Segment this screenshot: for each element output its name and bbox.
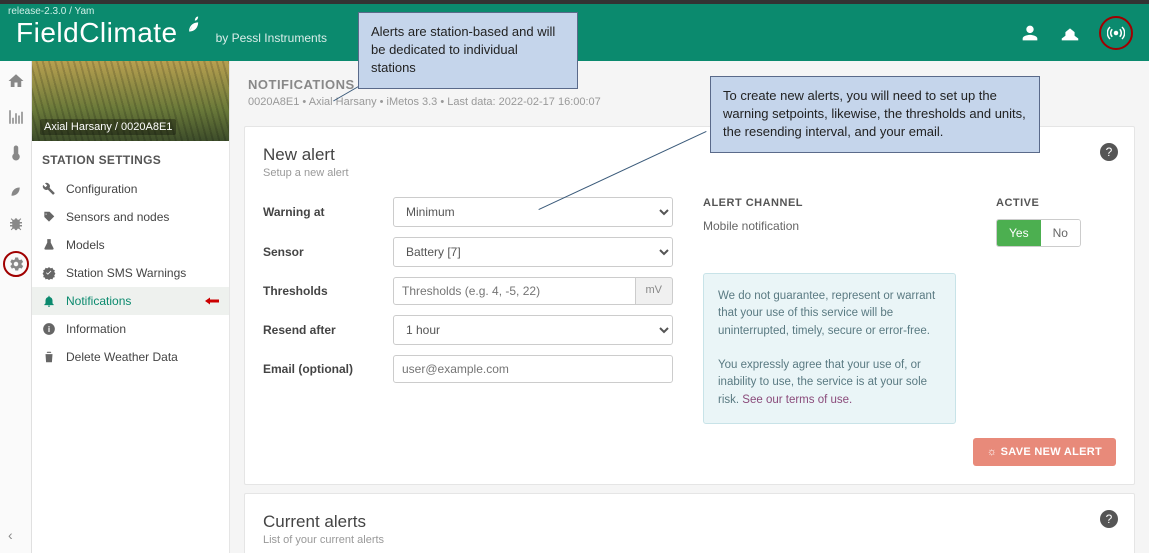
farm-icon[interactable] [1059, 22, 1081, 44]
thresholds-unit: mV [636, 277, 674, 305]
broadcast-icon [1107, 24, 1125, 42]
leaf-icon [184, 14, 204, 34]
thresholds-input[interactable] [393, 277, 636, 305]
email-label: Email (optional) [263, 362, 393, 376]
sidebar-item-sensors[interactable]: Sensors and nodes [32, 203, 229, 231]
rail-bug-icon[interactable] [6, 215, 26, 235]
thresholds-label: Thresholds [263, 284, 393, 298]
sidebar-heading: STATION SETTINGS [32, 141, 229, 175]
save-new-alert-button[interactable]: SAVE NEW ALERT [973, 438, 1116, 466]
rail-gear-icon[interactable] [6, 254, 26, 274]
new-alert-card: ? New alert Setup a new alert Warning at… [244, 126, 1135, 485]
active-no[interactable]: No [1041, 220, 1080, 246]
help-icon[interactable]: ? [1100, 143, 1118, 161]
svg-text:i: i [48, 325, 50, 334]
resend-select[interactable]: 1 hour [393, 315, 673, 345]
user-icon[interactable] [1019, 22, 1041, 44]
callout-stations: Alerts are station-based and will be ded… [358, 12, 578, 89]
station-label: Axial Harsany / 0020A8E1 [40, 119, 176, 135]
terms-link[interactable]: See our terms of use. [742, 394, 852, 406]
red-arrow-icon [205, 294, 219, 308]
rail-gear-circled [3, 251, 29, 277]
sidebar-item-notifications[interactable]: Notifications [32, 287, 229, 315]
disclaimer-box: We do not guarantee, represent or warran… [703, 273, 956, 424]
rail-leaf-icon[interactable] [6, 179, 26, 199]
sidebar-item-models[interactable]: Models [32, 231, 229, 259]
callout-setup: To create new alerts, you will need to s… [710, 76, 1040, 153]
help-icon[interactable]: ? [1100, 510, 1118, 528]
rail-chart-icon[interactable] [6, 107, 26, 127]
channel-val: Mobile notification [703, 219, 956, 233]
current-alerts-card: ? Current alerts List of your current al… [244, 493, 1135, 553]
sidebar: Axial Harsany / 0020A8E1 STATION SETTING… [32, 61, 230, 553]
email-input[interactable] [393, 355, 673, 383]
warning-label: Warning at [263, 205, 393, 219]
sensor-select[interactable]: Battery [7] [393, 237, 673, 267]
active-yes[interactable]: Yes [997, 220, 1041, 246]
logo[interactable]: FieldClimate by Pessl Instruments [16, 17, 327, 49]
info-icon: i [42, 322, 56, 336]
current-sub: List of your current alerts [263, 534, 1116, 546]
sidebar-item-sms[interactable]: Station SMS Warnings [32, 259, 229, 287]
active-head: ACTIVE [996, 197, 1116, 209]
sidebar-item-information[interactable]: i Information [32, 315, 229, 343]
wrench-icon [42, 182, 56, 196]
warning-select[interactable]: Minimum [393, 197, 673, 227]
rail-home-icon[interactable] [6, 71, 26, 91]
check-badge-icon [42, 266, 56, 280]
resend-label: Resend after [263, 323, 393, 337]
broadcast-icon-circled[interactable] [1099, 16, 1133, 50]
new-alert-sub: Setup a new alert [263, 167, 1116, 179]
rail-collapse-icon[interactable]: ‹ [8, 527, 13, 543]
tag-icon [42, 210, 56, 224]
release-tag: release-2.3.0 / Yam [8, 6, 94, 17]
active-toggle[interactable]: Yes No [996, 219, 1081, 247]
sidebar-item-delete[interactable]: Delete Weather Data [32, 343, 229, 371]
icon-rail: ‹ [0, 61, 32, 553]
sidebar-item-configuration[interactable]: Configuration [32, 175, 229, 203]
sensor-label: Sensor [263, 245, 393, 259]
current-title: Current alerts [263, 512, 1116, 532]
rail-temp-icon[interactable] [6, 143, 26, 163]
station-banner[interactable]: Axial Harsany / 0020A8E1 [32, 61, 229, 141]
channel-head: ALERT CHANNEL [703, 197, 956, 209]
flask-icon [42, 238, 56, 252]
trash-icon [42, 350, 56, 364]
bell-icon [42, 294, 56, 308]
